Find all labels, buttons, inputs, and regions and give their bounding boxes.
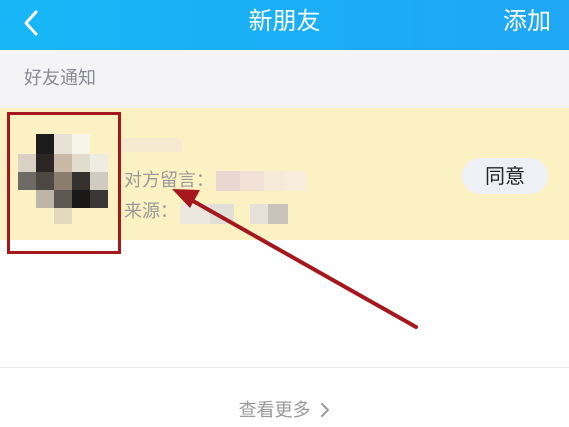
request-source: 来源：	[124, 200, 178, 224]
requester-name	[122, 138, 182, 152]
nav-header: 新朋友 添加	[0, 0, 569, 50]
section-header: 好友通知	[0, 50, 569, 108]
message-label: 对方留言：	[124, 170, 214, 191]
message-content-part	[240, 171, 264, 191]
section-title: 好友通知	[24, 68, 96, 89]
avatar[interactable]	[16, 124, 112, 228]
message-content-part	[286, 171, 306, 191]
divider	[0, 367, 569, 368]
agree-button[interactable]: 同意	[462, 158, 548, 194]
page-title: 新朋友	[248, 7, 321, 35]
chevron-right-icon	[321, 403, 330, 417]
message-content-part	[264, 171, 286, 191]
see-more-link[interactable]: 查看更多	[0, 399, 569, 423]
friend-request-item[interactable]: 对方留言： 来源： 同意	[0, 108, 569, 240]
source-content-part	[250, 204, 268, 224]
source-content-part	[268, 204, 288, 224]
source-content-part	[210, 204, 234, 224]
source-content	[180, 204, 210, 224]
see-more-label: 查看更多	[238, 400, 311, 421]
message-content	[216, 171, 240, 191]
add-button[interactable]: 添加	[503, 7, 551, 35]
source-label: 来源：	[124, 201, 178, 222]
request-message: 对方留言：	[124, 169, 214, 193]
